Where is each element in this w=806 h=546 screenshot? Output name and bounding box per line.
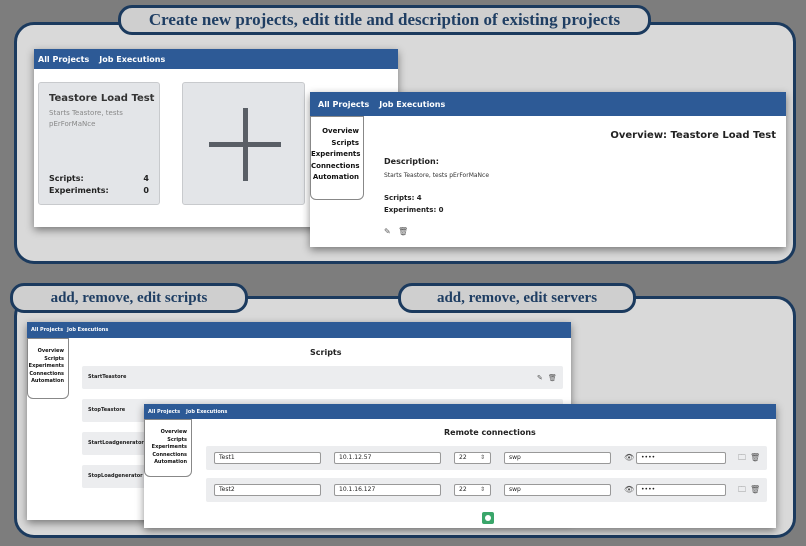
connection-name-field[interactable]: Test1 bbox=[214, 452, 321, 464]
eye-icon[interactable]: 👁 bbox=[624, 454, 634, 462]
pencil-icon[interactable]: ✎ bbox=[537, 374, 543, 382]
sidebar-item-automation[interactable]: Automation bbox=[145, 459, 187, 467]
project-card[interactable]: Teastore Load Test Starts Teastore, test… bbox=[38, 82, 160, 205]
project-title: Teastore Load Test bbox=[49, 93, 155, 104]
overview-title: Overview: Teastore Load Test bbox=[610, 130, 776, 141]
connection-row: Test2 10.1.16.127 22 ⇕ swp 👁 •••• 🗀 🗑 bbox=[206, 478, 767, 502]
experiments-count-text: Experiments: 0 bbox=[384, 206, 444, 214]
top-nav: All Projects Job Executions bbox=[27, 322, 571, 338]
sidebar-item-scripts[interactable]: Scripts bbox=[145, 437, 187, 445]
nav-all-projects[interactable]: All Projects bbox=[148, 409, 180, 415]
add-circle-icon bbox=[485, 515, 491, 521]
project-description: Starts Teastore, tests pErForMaNce bbox=[49, 109, 123, 128]
script-row[interactable]: StartTeastore ✎ 🗑 bbox=[82, 366, 563, 389]
projects-section-caption: Create new projects, edit title and desc… bbox=[118, 5, 651, 35]
connection-port-field[interactable]: 22 bbox=[454, 484, 491, 496]
pencil-icon[interactable]: ✎ bbox=[384, 228, 391, 236]
description-label: Description: bbox=[384, 157, 439, 166]
plus-icon-horizontal bbox=[209, 142, 281, 147]
sidebar-item-overview[interactable]: Overview bbox=[145, 429, 187, 437]
sidebar-item-automation[interactable]: Automation bbox=[28, 378, 64, 386]
scripts-count-text: Scripts: 4 bbox=[384, 194, 422, 202]
nav-all-projects[interactable]: All Projects bbox=[31, 327, 63, 333]
sidebar-item-connections[interactable]: Connections bbox=[311, 161, 360, 173]
sidebar-item-connections[interactable]: Connections bbox=[145, 452, 187, 460]
nav-job-executions[interactable]: Job Executions bbox=[67, 327, 108, 333]
project-sidebar: Overview Scripts Experiments Connections… bbox=[27, 338, 69, 399]
sidebar-item-overview[interactable]: Overview bbox=[311, 126, 359, 138]
sidebar-item-scripts[interactable]: Scripts bbox=[28, 356, 64, 364]
connection-host-field[interactable]: 10.1.16.127 bbox=[334, 484, 441, 496]
script-name: StopTeastore bbox=[88, 407, 126, 413]
nav-job-executions[interactable]: Job Executions bbox=[379, 100, 445, 109]
connection-user-field[interactable]: swp bbox=[504, 484, 611, 496]
scripts-count: 4 bbox=[143, 174, 149, 183]
script-name: StopLoadgenerator bbox=[88, 473, 143, 479]
connection-password-field[interactable]: •••• bbox=[636, 484, 726, 496]
top-nav: All Projects Job Executions bbox=[144, 404, 776, 419]
top-nav: All Projects Job Executions bbox=[310, 92, 786, 116]
overview-screenshot: All Projects Job Executions Overview Scr… bbox=[310, 92, 786, 247]
servers-caption: add, remove, edit servers bbox=[398, 283, 636, 313]
connection-name-field[interactable]: Test2 bbox=[214, 484, 321, 496]
trash-icon[interactable]: 🗑 bbox=[750, 454, 760, 462]
sidebar-item-experiments[interactable]: Experiments bbox=[28, 363, 64, 371]
top-nav: All Projects Job Executions bbox=[34, 49, 398, 69]
sidebar-item-scripts[interactable]: Scripts bbox=[311, 138, 359, 150]
scripts-label: Scripts: bbox=[49, 174, 84, 183]
script-name: StartLoadgenerator bbox=[88, 440, 144, 446]
connection-host-field[interactable]: 10.1.12.57 bbox=[334, 452, 441, 464]
sidebar-item-experiments[interactable]: Experiments bbox=[145, 444, 187, 452]
connection-user-field[interactable]: swp bbox=[504, 452, 611, 464]
connection-row: Test1 10.1.12.57 22 ⇕ swp 👁 •••• 🗀 🗑 bbox=[206, 446, 767, 470]
folder-icon[interactable]: 🗀 bbox=[738, 486, 746, 494]
spinner-icon[interactable]: ⇕ bbox=[480, 486, 485, 494]
scripts-caption: add, remove, edit scripts bbox=[10, 283, 248, 313]
sidebar-item-automation[interactable]: Automation bbox=[311, 172, 359, 184]
nav-job-executions[interactable]: Job Executions bbox=[186, 409, 227, 415]
nav-job-executions[interactable]: Job Executions bbox=[99, 55, 165, 64]
connections-screenshot: All Projects Job Executions Overview Scr… bbox=[144, 404, 776, 528]
experiments-count: 0 bbox=[143, 186, 149, 195]
eye-icon[interactable]: 👁 bbox=[624, 486, 634, 494]
project-sidebar: Overview Scripts Experiments Connections… bbox=[144, 419, 192, 477]
nav-all-projects[interactable]: All Projects bbox=[38, 55, 89, 64]
add-connection-button[interactable] bbox=[482, 512, 494, 524]
project-sidebar: Overview Scripts Experiments Connections… bbox=[310, 116, 364, 200]
trash-icon[interactable]: 🗑 bbox=[548, 374, 557, 382]
add-project-card[interactable] bbox=[182, 82, 305, 205]
sidebar-item-connections[interactable]: Connections bbox=[28, 371, 64, 379]
trash-icon[interactable]: 🗑 bbox=[398, 228, 408, 236]
description-text: Starts Teastore, tests pErForMaNce bbox=[384, 172, 490, 179]
sidebar-item-experiments[interactable]: Experiments bbox=[311, 149, 360, 161]
folder-icon[interactable]: 🗀 bbox=[738, 454, 746, 462]
connection-port-field[interactable]: 22 bbox=[454, 452, 491, 464]
nav-all-projects[interactable]: All Projects bbox=[318, 100, 369, 109]
connections-title: Remote connections bbox=[444, 428, 536, 437]
spinner-icon[interactable]: ⇕ bbox=[480, 454, 485, 462]
connection-password-field[interactable]: •••• bbox=[636, 452, 726, 464]
sidebar-item-overview[interactable]: Overview bbox=[28, 348, 64, 356]
scripts-title: Scripts bbox=[310, 348, 342, 357]
experiments-label: Experiments: bbox=[49, 186, 109, 195]
trash-icon[interactable]: 🗑 bbox=[750, 486, 760, 494]
script-name: StartTeastore bbox=[88, 374, 127, 380]
